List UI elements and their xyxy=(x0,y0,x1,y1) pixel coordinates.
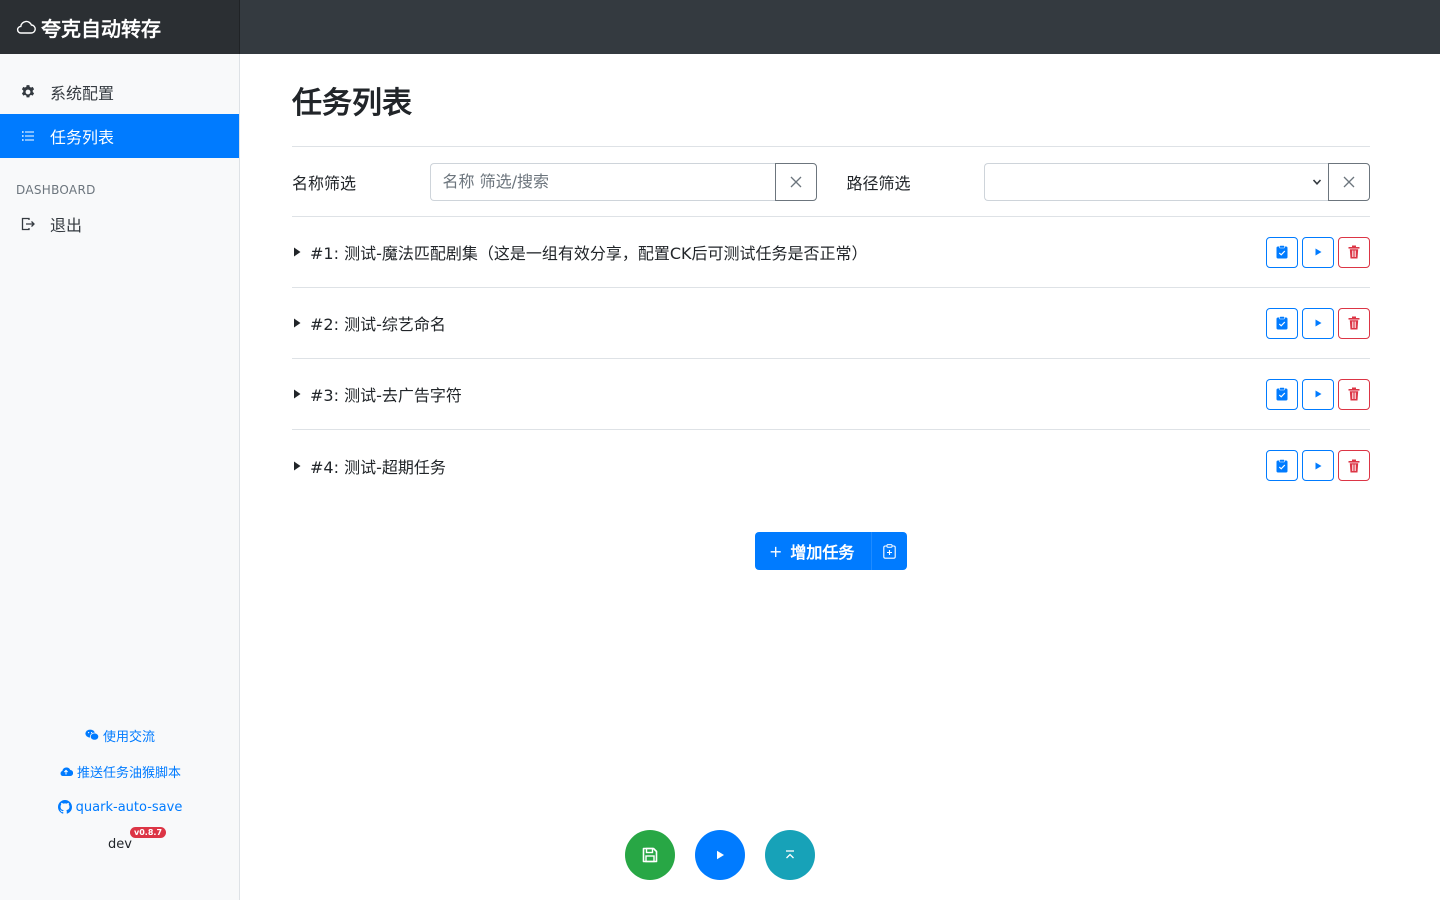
clipboard-plus-icon xyxy=(883,543,896,559)
task-actions xyxy=(1266,450,1370,481)
path-filter-clear-button[interactable] xyxy=(1328,162,1370,201)
clipboard-check-icon xyxy=(1276,387,1288,401)
name-filter-label: 名称筛选 xyxy=(292,173,357,193)
add-task-wrapper: + 增加任务 xyxy=(292,532,1370,570)
sidebar-footer: 使用交流 推送任务油猴脚本 quark-auto-save dev v0.8.7 xyxy=(0,725,240,852)
task-row: #4: 测试-超期任务 xyxy=(292,430,1370,501)
save-icon xyxy=(642,847,658,863)
add-task-from-clipboard-button[interactable] xyxy=(871,532,907,570)
play-icon xyxy=(1315,390,1322,398)
arrow-up-to-top-icon xyxy=(786,850,794,859)
add-task-button-group: + 增加任务 xyxy=(755,532,907,570)
version-text: dev xyxy=(108,837,132,852)
play-icon xyxy=(1315,319,1322,327)
task-name[interactable]: #4: 测试-超期任务 xyxy=(310,454,1266,478)
path-filter-group xyxy=(984,162,1370,201)
caret-right-icon[interactable] xyxy=(292,460,310,472)
task-actions xyxy=(1266,307,1370,339)
task-run-button[interactable] xyxy=(1302,307,1334,339)
clipboard-check-icon xyxy=(1276,245,1288,259)
caret-right-icon[interactable] xyxy=(292,388,310,400)
task-run-button[interactable] xyxy=(1302,378,1334,410)
sidebar-item-label: 任务列表 xyxy=(50,128,115,147)
task-clipboard-button[interactable] xyxy=(1266,236,1298,268)
add-task-button[interactable]: + 增加任务 xyxy=(755,532,871,570)
plus-icon: + xyxy=(769,541,783,561)
run-all-button[interactable] xyxy=(695,830,745,880)
community-link-label: 使用交流 xyxy=(102,729,155,745)
github-icon xyxy=(57,800,72,814)
cloud-icon xyxy=(16,20,36,34)
clipboard-check-icon xyxy=(1276,458,1288,472)
github-link[interactable]: quark-auto-save xyxy=(0,797,240,817)
task-delete-button[interactable] xyxy=(1338,307,1370,339)
task-row: #3: 测试-去广告字符 xyxy=(292,359,1370,430)
trash-icon xyxy=(1348,459,1360,472)
play-icon xyxy=(717,850,724,860)
task-row: #2: 测试-综艺命名 xyxy=(292,288,1370,359)
add-task-label: 增加任务 xyxy=(790,543,855,562)
task-name[interactable]: #1: 测试-魔法匹配剧集（这是一组有效分享，配置CK后可测试任务是否正常） xyxy=(310,240,1266,264)
main-content: 任务列表 名称筛选 路径筛选 #1: 测试-魔法匹配剧集（这是一组有效分享，配置… xyxy=(292,54,1370,570)
task-clipboard-button[interactable] xyxy=(1266,450,1298,481)
task-name[interactable]: #3: 测试-去广告字符 xyxy=(310,382,1266,406)
sidebar-item-label: 系统配置 xyxy=(50,84,115,103)
task-delete-button[interactable] xyxy=(1338,378,1370,410)
close-icon xyxy=(1343,176,1355,187)
name-filter-input[interactable] xyxy=(429,162,775,201)
task-actions xyxy=(1266,378,1370,410)
sidebar-item-task-list[interactable]: 任务列表 xyxy=(0,114,239,158)
version-info: dev v0.8.7 xyxy=(108,827,167,852)
caret-right-icon[interactable] xyxy=(292,317,310,329)
community-link[interactable]: 使用交流 xyxy=(0,725,240,745)
task-name[interactable]: #2: 测试-综艺命名 xyxy=(310,311,1266,335)
filter-bar: 名称筛选 路径筛选 xyxy=(292,147,1370,217)
scroll-top-button[interactable] xyxy=(765,830,815,880)
trash-icon xyxy=(1348,316,1360,330)
page-title: 任务列表 xyxy=(292,86,412,121)
wechat-icon xyxy=(85,729,99,741)
sidebar: 系统配置 任务列表 DASHBOARD 退出 使用交流 推送任务油猴脚本 qua… xyxy=(0,54,240,900)
brand[interactable]: 夸克自动转存 xyxy=(0,0,240,54)
trash-icon xyxy=(1348,387,1360,401)
task-run-button[interactable] xyxy=(1302,236,1334,268)
task-delete-button[interactable] xyxy=(1338,236,1370,268)
version-badge: v0.8.7 xyxy=(130,827,167,838)
sidebar-heading: DASHBOARD xyxy=(16,183,96,197)
path-filter-select[interactable] xyxy=(984,162,1328,201)
brand-title: 夸克自动转存 xyxy=(41,16,161,41)
chevron-down-icon xyxy=(1312,178,1322,185)
logout-icon xyxy=(20,216,36,232)
sidebar-item-logout[interactable]: 退出 xyxy=(0,202,239,246)
save-config-button[interactable] xyxy=(625,830,675,880)
task-delete-button[interactable] xyxy=(1338,450,1370,481)
cloud-upload-icon xyxy=(60,767,73,777)
play-icon xyxy=(1315,462,1322,469)
userscript-link-label: 推送任务油猴脚本 xyxy=(76,765,181,781)
task-clipboard-button[interactable] xyxy=(1266,307,1298,339)
close-icon xyxy=(790,176,801,187)
name-filter-group xyxy=(429,162,817,201)
name-filter-clear-button[interactable] xyxy=(774,162,817,201)
play-icon xyxy=(1315,248,1322,256)
path-filter-label: 路径筛选 xyxy=(846,173,911,193)
task-row: #1: 测试-魔法匹配剧集（这是一组有效分享，配置CK后可测试任务是否正常） xyxy=(292,217,1370,288)
caret-right-icon[interactable] xyxy=(292,246,310,258)
userscript-link[interactable]: 推送任务油猴脚本 xyxy=(0,761,240,781)
clipboard-check-icon xyxy=(1276,316,1288,330)
list-icon xyxy=(20,128,36,144)
gear-icon xyxy=(20,84,36,100)
task-actions xyxy=(1266,236,1370,268)
task-run-button[interactable] xyxy=(1302,450,1334,481)
trash-icon xyxy=(1348,245,1360,259)
sidebar-item-label: 退出 xyxy=(50,216,83,235)
sidebar-item-system-config[interactable]: 系统配置 xyxy=(0,70,239,114)
task-clipboard-button[interactable] xyxy=(1266,378,1298,410)
github-link-label: quark-auto-save xyxy=(75,799,183,815)
